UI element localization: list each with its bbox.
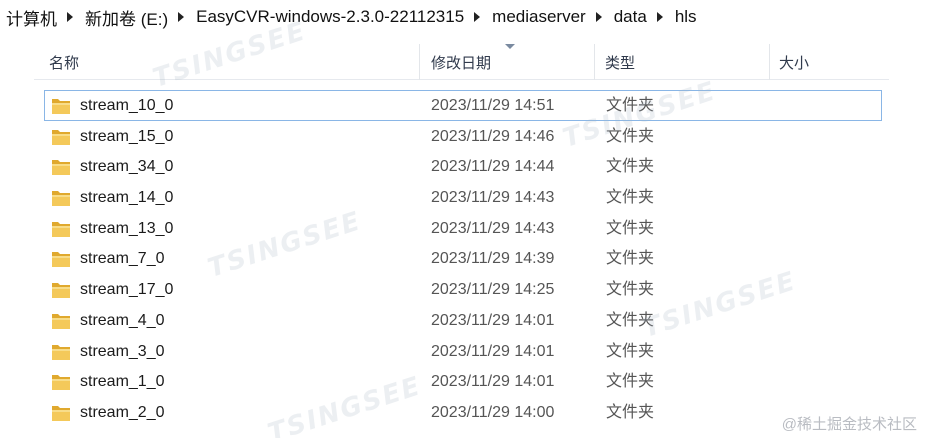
table-row[interactable]: stream_34_0 2023/11/29 14:44 文件夹 xyxy=(44,151,882,182)
credit-watermark: @稀土掘金技术社区 xyxy=(781,416,917,433)
folder-icon xyxy=(51,249,71,268)
table-row[interactable]: stream_3_0 2023/11/29 14:01 文件夹 xyxy=(44,336,882,367)
table-row[interactable]: stream_13_0 2023/11/29 14:43 文件夹 xyxy=(44,213,882,244)
file-type: 文件夹 xyxy=(606,189,655,207)
file-type: 文件夹 xyxy=(606,342,655,360)
file-type: 文件夹 xyxy=(606,250,655,268)
file-type: 文件夹 xyxy=(606,403,655,421)
file-date: 2023/11/29 14:43 xyxy=(431,189,555,207)
chevron-right-icon[interactable] xyxy=(67,12,73,22)
file-date: 2023/11/29 14:01 xyxy=(431,342,555,360)
file-name: stream_1_0 xyxy=(80,373,165,391)
file-type: 文件夹 xyxy=(606,219,655,237)
column-header-name[interactable]: 名称 xyxy=(34,44,419,80)
file-name: stream_10_0 xyxy=(80,97,174,114)
file-name: stream_17_0 xyxy=(80,281,174,299)
breadcrumb-item-hls[interactable]: hls xyxy=(675,7,697,27)
file-list: stream_10_0 2023/11/29 14:51 文件夹 stream_15_… xyxy=(44,90,884,428)
breadcrumb: 计算机 新加卷 (E:) EasyCVR-windows-2.3.0-22112… xyxy=(0,0,927,34)
breadcrumb-item-data[interactable]: data xyxy=(614,7,647,27)
file-type: 文件夹 xyxy=(606,281,655,299)
folder-icon xyxy=(51,96,71,115)
file-name: stream_4_0 xyxy=(80,311,165,329)
chevron-right-icon[interactable] xyxy=(178,12,185,22)
chevron-right-icon[interactable] xyxy=(474,12,481,22)
table-row[interactable]: stream_2_0 2023/11/29 14:00 文件夹 xyxy=(44,397,882,428)
column-header-row: 名称 修改日期 类型 大小 xyxy=(34,44,889,80)
table-row[interactable]: stream_14_0 2023/11/29 14:43 文件夹 xyxy=(44,182,882,213)
chevron-right-icon[interactable] xyxy=(656,12,663,22)
folder-icon xyxy=(51,188,71,207)
file-type: 文件夹 xyxy=(606,127,655,145)
table-row[interactable]: stream_1_0 2023/11/29 14:01 文件夹 xyxy=(44,366,882,397)
file-name: stream_14_0 xyxy=(80,189,174,207)
file-name: stream_7_0 xyxy=(80,250,165,268)
file-type: 文件夹 xyxy=(606,158,655,176)
column-header-type[interactable]: 类型 xyxy=(594,44,769,80)
table-row[interactable]: stream_7_0 2023/11/29 14:39 文件夹 xyxy=(44,243,882,274)
folder-icon xyxy=(51,372,71,391)
file-type: 文件夹 xyxy=(606,373,655,391)
folder-icon xyxy=(51,127,71,146)
folder-icon xyxy=(51,311,71,330)
file-date: 2023/11/29 14:39 xyxy=(431,250,555,268)
file-date: 2023/11/29 14:01 xyxy=(431,373,555,391)
folder-icon xyxy=(51,219,71,238)
file-date: 2023/11/29 14:44 xyxy=(431,158,555,176)
breadcrumb-item-drive[interactable]: 新加卷 (E:) xyxy=(85,5,168,30)
folder-icon xyxy=(51,280,71,299)
table-row[interactable]: stream_15_0 2023/11/29 14:46 文件夹 xyxy=(44,121,882,152)
file-date: 2023/11/29 14:25 xyxy=(431,281,555,299)
file-name: stream_2_0 xyxy=(80,403,165,421)
folder-icon xyxy=(51,157,71,176)
folder-icon xyxy=(51,403,71,422)
chevron-right-icon[interactable] xyxy=(595,12,602,22)
file-date: 2023/11/29 14:51 xyxy=(431,97,555,114)
breadcrumb-item-mediaserver[interactable]: mediaserver xyxy=(492,7,586,27)
column-header-date-label: 修改日期 xyxy=(431,54,492,72)
file-name: stream_13_0 xyxy=(80,219,174,237)
breadcrumb-item-computer[interactable]: 计算机 xyxy=(6,5,57,30)
column-header-size[interactable]: 大小 xyxy=(769,44,889,80)
file-date: 2023/11/29 14:46 xyxy=(431,127,555,145)
table-row[interactable]: stream_4_0 2023/11/29 14:01 文件夹 xyxy=(44,305,882,336)
file-date: 2023/11/29 14:43 xyxy=(431,219,555,237)
sort-descending-icon xyxy=(505,44,515,49)
column-header-date[interactable]: 修改日期 xyxy=(419,44,594,80)
table-row[interactable]: stream_17_0 2023/11/29 14:25 文件夹 xyxy=(44,274,882,305)
breadcrumb-item-easycvr[interactable]: EasyCVR-windows-2.3.0-22112315 xyxy=(196,7,464,27)
file-type: 文件夹 xyxy=(606,97,655,114)
file-date: 2023/11/29 14:01 xyxy=(431,311,555,329)
file-type: 文件夹 xyxy=(606,311,655,329)
file-name: stream_3_0 xyxy=(80,342,165,360)
file-name: stream_34_0 xyxy=(80,158,174,176)
file-explorer-window: 计算机 新加卷 (E:) EasyCVR-windows-2.3.0-22112… xyxy=(0,0,927,438)
file-date: 2023/11/29 14:00 xyxy=(431,403,555,421)
file-name: stream_15_0 xyxy=(80,127,174,145)
table-row[interactable]: stream_10_0 2023/11/29 14:51 文件夹 xyxy=(44,90,882,121)
folder-icon xyxy=(51,342,71,361)
